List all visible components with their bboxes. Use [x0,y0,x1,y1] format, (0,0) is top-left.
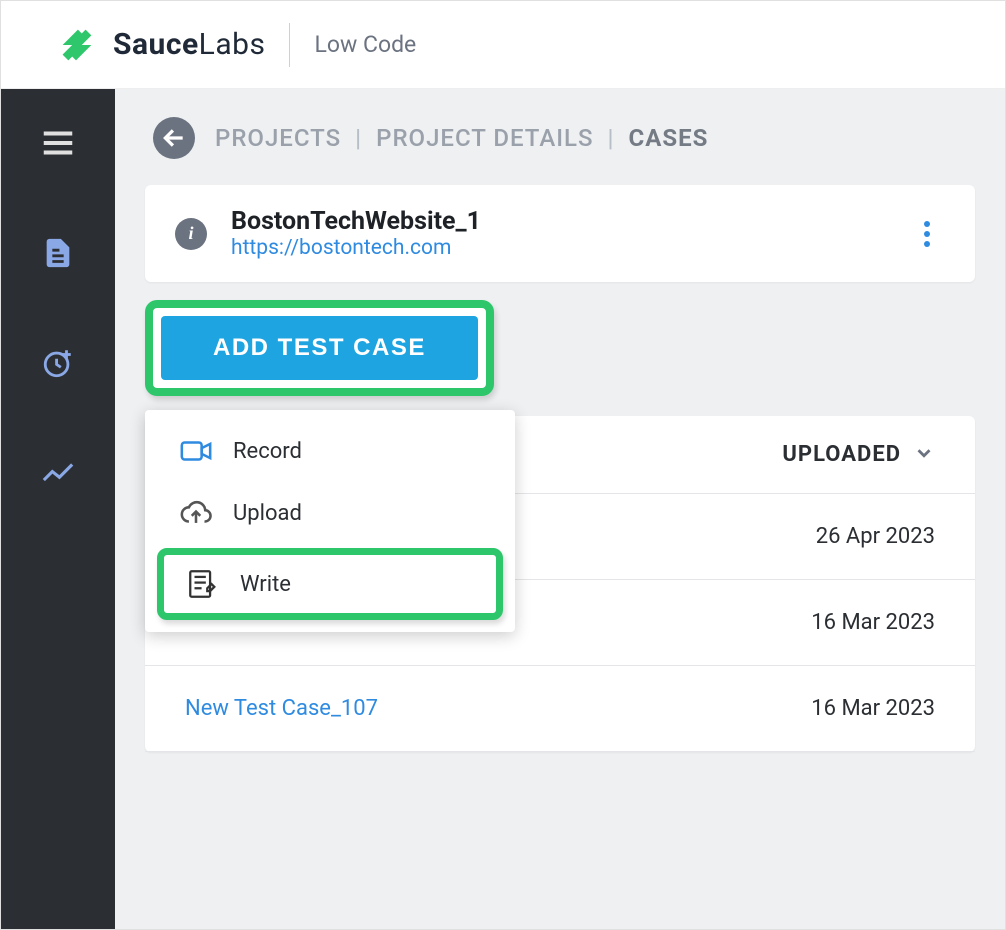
main-content: PROJECTS | PROJECT DETAILS | CASES i Bos… [115,89,1005,929]
video-icon [179,434,213,468]
case-name[interactable]: New Test Case_107 [185,696,715,721]
project-title: BostonTechWebsite_1 [231,207,895,236]
hamburger-icon [39,124,77,162]
breadcrumb-cases: CASES [629,124,709,152]
case-date: 16 Mar 2023 [715,610,935,635]
dropdown-label-record: Record [233,439,302,464]
project-url-link[interactable]: https://bostontech.com [231,236,451,260]
document-icon [41,236,75,270]
dropdown-label-upload: Upload [233,501,302,526]
dropdown-label-write: Write [240,572,291,597]
project-info: BostonTechWebsite_1 https://bostontech.c… [231,207,895,260]
highlight-add-button: ADD TEST CASE [145,300,494,396]
cloud-upload-icon [179,496,213,530]
sidebar [1,89,115,929]
project-card: i BostonTechWebsite_1 https://bostontech… [145,185,975,282]
project-menu-button[interactable] [909,216,945,252]
app-body: PROJECTS | PROJECT DETAILS | CASES i Bos… [1,89,1005,929]
back-button[interactable] [153,117,195,159]
header-subtitle: Low Code [314,31,416,58]
dropdown-item-write[interactable]: Write [164,555,496,613]
clock-plus-icon [41,346,75,380]
add-test-case-dropdown: Record Upload [145,410,515,632]
breadcrumb-projects[interactable]: PROJECTS [215,124,341,152]
arrow-left-icon [161,125,187,151]
saucelabs-logo-icon [53,22,99,68]
sidebar-item-schedule[interactable] [28,333,88,393]
sidebar-item-document[interactable] [28,223,88,283]
hamburger-menu-button[interactable] [28,113,88,173]
brand-second: Labs [199,27,266,62]
breadcrumb-row: PROJECTS | PROJECT DETAILS | CASES [115,89,1005,177]
col-uploaded[interactable]: UPLOADED [782,442,901,467]
table-row[interactable]: New Test Case_107 16 Mar 2023 [145,666,975,752]
write-icon [186,567,220,601]
breadcrumb-project-details[interactable]: PROJECT DETAILS [376,124,593,152]
add-test-case-area: ADD TEST CASE Record [145,300,975,396]
chevron-down-icon[interactable] [913,442,935,464]
logo: SauceLabs [53,22,265,68]
sidebar-item-analytics[interactable] [28,443,88,503]
brand-first: Sauce [113,27,199,62]
add-test-case-button[interactable]: ADD TEST CASE [161,316,478,380]
app-window: SauceLabs Low Code [0,0,1006,930]
trend-icon [41,456,75,490]
info-icon[interactable]: i [175,218,207,250]
brand-text: SauceLabs [113,27,265,62]
breadcrumb-sep: | [355,124,362,152]
dropdown-item-upload[interactable]: Upload [145,482,515,544]
dropdown-item-record[interactable]: Record [145,420,515,482]
breadcrumb: PROJECTS | PROJECT DETAILS | CASES [215,124,708,152]
header-bar: SauceLabs Low Code [1,1,1005,89]
case-date: 26 Apr 2023 [715,524,935,549]
header-divider [289,23,290,67]
breadcrumb-sep: | [608,124,615,152]
highlight-write-option: Write [157,548,503,620]
case-date: 16 Mar 2023 [715,696,935,721]
